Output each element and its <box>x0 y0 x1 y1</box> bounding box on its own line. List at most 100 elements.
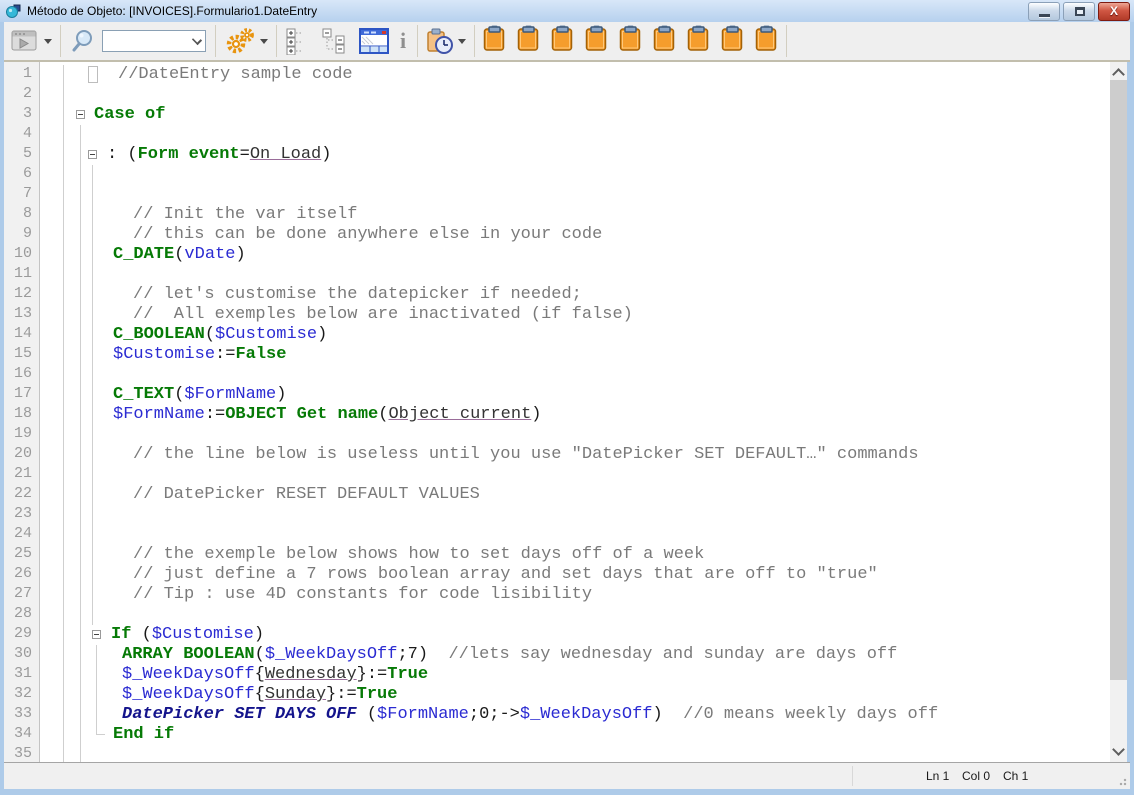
code-line[interactable]: : (Form event=On Load) <box>40 145 1110 165</box>
code-line[interactable] <box>40 365 1110 385</box>
line-number[interactable]: 2 <box>4 85 39 105</box>
resize-grip[interactable] <box>1117 776 1127 786</box>
clipboard-9-button[interactable] <box>752 23 781 59</box>
line-number[interactable]: 16 <box>4 365 39 385</box>
close-button[interactable]: X <box>1098 2 1130 21</box>
scroll-up-arrow-icon[interactable] <box>1112 68 1125 81</box>
code-line[interactable] <box>40 185 1110 205</box>
line-number[interactable]: 18 <box>4 405 39 425</box>
scroll-down-arrow-icon[interactable] <box>1112 743 1125 756</box>
line-number[interactable]: 25 <box>4 545 39 565</box>
line-number[interactable]: 21 <box>4 465 39 485</box>
code-line[interactable]: ARRAY BOOLEAN($_WeekDaysOff;7) //lets sa… <box>40 645 1110 665</box>
code-line[interactable] <box>40 85 1110 105</box>
line-number[interactable]: 1 <box>4 65 39 85</box>
code-line[interactable] <box>40 125 1110 145</box>
line-number[interactable]: 28 <box>4 605 39 625</box>
clipboard-history-dropdown-arrow[interactable] <box>458 39 466 44</box>
clipboard-3-button[interactable] <box>548 23 577 59</box>
title-bar[interactable]: Método de Objeto: [INVOICES].Formulario1… <box>0 0 1134 22</box>
scrollbar-thumb[interactable] <box>1110 80 1127 680</box>
line-number[interactable]: 20 <box>4 445 39 465</box>
code-line[interactable]: // All exemples below are inactivated (i… <box>40 305 1110 325</box>
code-line[interactable]: // let's customise the datepicker if nee… <box>40 285 1110 305</box>
line-number[interactable]: 14 <box>4 325 39 345</box>
code-line[interactable]: DatePicker SET DAYS OFF ($FormName;0;->$… <box>40 705 1110 725</box>
code-line[interactable] <box>40 525 1110 545</box>
clipboard-8-button[interactable] <box>718 23 747 59</box>
code-line[interactable] <box>40 605 1110 625</box>
line-number[interactable]: 6 <box>4 165 39 185</box>
line-number[interactable]: 29 <box>4 625 39 645</box>
execute-dropdown-arrow[interactable] <box>44 39 52 44</box>
clipboard-1-button[interactable] <box>480 23 509 59</box>
minimize-button[interactable] <box>1028 2 1060 21</box>
code-line[interactable]: C_DATE(vDate) <box>40 245 1110 265</box>
code-line[interactable]: // DatePicker RESET DEFAULT VALUES <box>40 485 1110 505</box>
line-number[interactable]: 26 <box>4 565 39 585</box>
code-line[interactable]: // the line below is useless until you u… <box>40 445 1110 465</box>
search-button[interactable] <box>66 26 98 56</box>
form-preview-button[interactable] <box>356 26 394 57</box>
collapse-all-button[interactable] <box>318 25 352 57</box>
line-number[interactable]: 19 <box>4 425 39 445</box>
combobox-chevron-icon[interactable] <box>192 35 202 45</box>
execute-method-button[interactable] <box>7 26 55 56</box>
line-number[interactable]: 31 <box>4 665 39 685</box>
code-line[interactable]: //DateEntry sample code <box>40 65 1110 85</box>
search-combobox[interactable] <box>102 30 206 52</box>
line-number[interactable]: 32 <box>4 685 39 705</box>
line-number[interactable]: 12 <box>4 285 39 305</box>
clipboard-4-button[interactable] <box>582 23 611 59</box>
code-line[interactable] <box>40 265 1110 285</box>
code-line[interactable]: // just define a 7 rows boolean array an… <box>40 565 1110 585</box>
line-number[interactable]: 10 <box>4 245 39 265</box>
code-line[interactable]: // this can be done anywhere else in you… <box>40 225 1110 245</box>
code-line[interactable]: $Customise:=False <box>40 345 1110 365</box>
line-number[interactable]: 17 <box>4 385 39 405</box>
code-line[interactable] <box>40 745 1110 762</box>
clipboard-6-button[interactable] <box>650 23 679 59</box>
fold-collapse-box[interactable] <box>88 150 97 159</box>
line-number[interactable]: 27 <box>4 585 39 605</box>
code-line[interactable] <box>40 465 1110 485</box>
line-number[interactable]: 11 <box>4 265 39 285</box>
code-line[interactable]: End if <box>40 725 1110 745</box>
line-number[interactable]: 13 <box>4 305 39 325</box>
macros-dropdown-arrow[interactable] <box>260 39 268 44</box>
code-line[interactable]: If ($Customise) <box>40 625 1110 645</box>
code-line[interactable]: Case of <box>40 105 1110 125</box>
line-number[interactable]: 23 <box>4 505 39 525</box>
code-line[interactable]: // the exemple below shows how to set da… <box>40 545 1110 565</box>
search-input[interactable] <box>105 32 185 50</box>
clipboard-5-button[interactable] <box>616 23 645 59</box>
line-number[interactable]: 5 <box>4 145 39 165</box>
line-number[interactable]: 4 <box>4 125 39 145</box>
clipboard-history-button[interactable] <box>423 25 469 57</box>
code-line[interactable]: C_TEXT($FormName) <box>40 385 1110 405</box>
code-line[interactable]: // Tip : use 4D constants for code lisib… <box>40 585 1110 605</box>
fold-collapse-box[interactable] <box>76 110 85 119</box>
fold-collapse-box[interactable] <box>92 630 101 639</box>
macros-button[interactable] <box>221 25 271 57</box>
code-editor[interactable]: //DateEntry sample code Case of : (Form ev… <box>40 62 1110 762</box>
code-line[interactable]: $_WeekDaysOff{Wednesday}:=True <box>40 665 1110 685</box>
clipboard-7-button[interactable] <box>684 23 713 59</box>
code-line[interactable]: C_BOOLEAN($Customise) <box>40 325 1110 345</box>
info-button[interactable]: i <box>394 28 412 54</box>
code-line[interactable] <box>40 425 1110 445</box>
line-number[interactable]: 34 <box>4 725 39 745</box>
line-number[interactable]: 15 <box>4 345 39 365</box>
maximize-button[interactable] <box>1063 2 1095 21</box>
code-line[interactable] <box>40 165 1110 185</box>
clipboard-2-button[interactable] <box>514 23 543 59</box>
vertical-scrollbar[interactable] <box>1110 62 1127 762</box>
line-number[interactable]: 9 <box>4 225 39 245</box>
line-number[interactable]: 22 <box>4 485 39 505</box>
code-line[interactable]: // Init the var itself <box>40 205 1110 225</box>
code-line[interactable]: $_WeekDaysOff{Sunday}:=True <box>40 685 1110 705</box>
line-number[interactable]: 7 <box>4 185 39 205</box>
line-number[interactable]: 33 <box>4 705 39 725</box>
line-number[interactable]: 8 <box>4 205 39 225</box>
code-line[interactable] <box>40 505 1110 525</box>
